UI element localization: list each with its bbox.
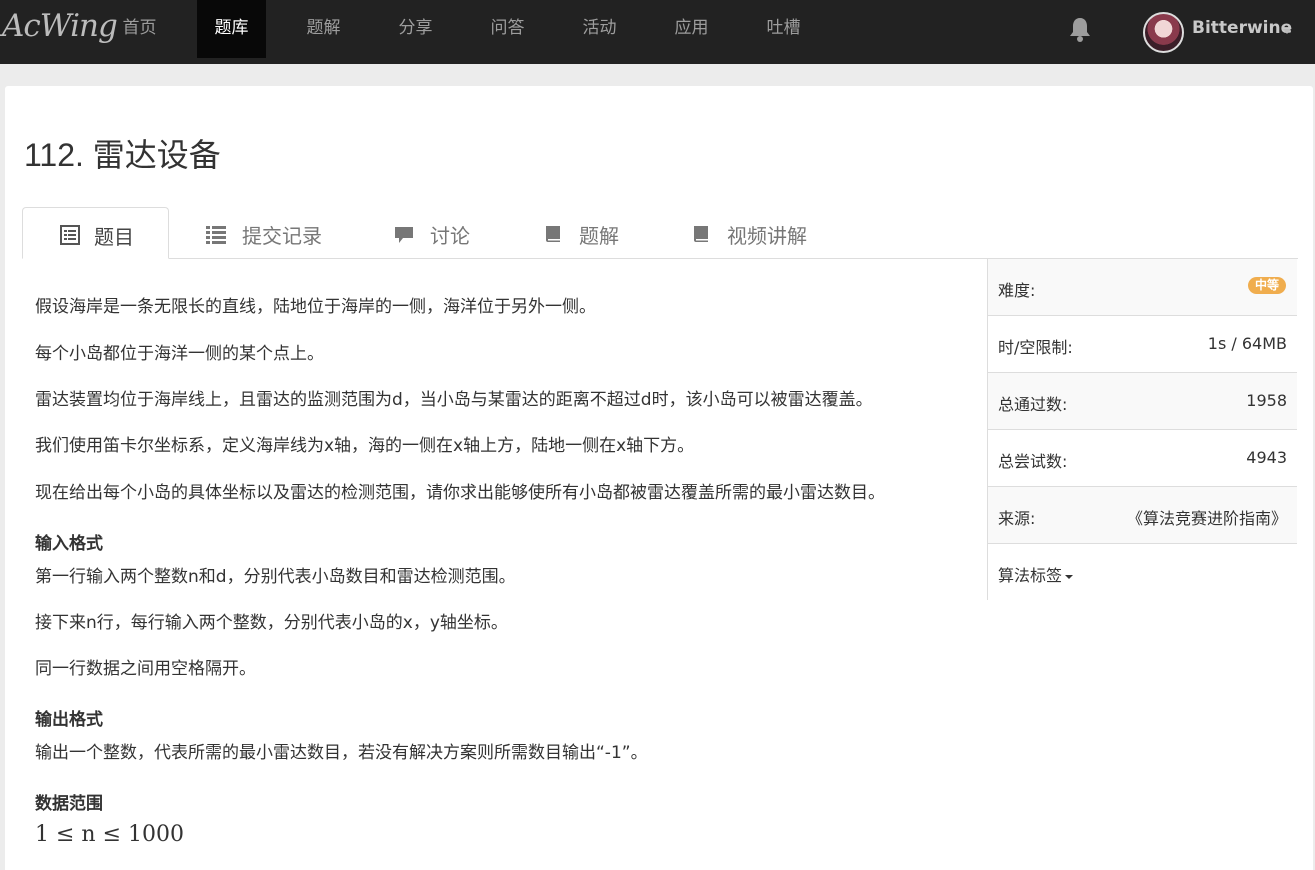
limit-label: 时/空限制: [998, 338, 1073, 357]
limit-row: 时/空限制: 1s / 64MB [988, 316, 1297, 373]
output-format-line: 输出一个整数，代表所需的最小雷达数目，若没有解决方案则所需数目输出“-1”。 [35, 743, 648, 763]
tab-label: 视频讲解 [727, 224, 807, 248]
nav-item-activity[interactable]: 活动 [565, 0, 634, 58]
problem-info-panel: 难度: 中等 时/空限制: 1s / 64MB 总通过数: 1958 总尝试数:… [987, 259, 1297, 601]
source-label: 来源: [998, 509, 1036, 528]
description-paragraph: 雷达装置均位于海岸线上，且雷达的监测范围为d，当小岛与某雷达的距离不超过d时，该… [35, 390, 873, 410]
description-paragraph: 现在给出每个小岛的具体坐标以及雷达的检测范围，请你求出能够使所有小岛都被雷达覆盖… [35, 483, 885, 503]
caret-down-icon [1065, 574, 1074, 579]
output-format-heading: 输出格式 [35, 710, 103, 730]
tried-label: 总尝试数: [998, 452, 1068, 471]
comment-icon [395, 227, 413, 243]
source-row: 来源: 《算法竞赛进阶指南》 [988, 487, 1297, 544]
input-format-line: 同一行数据之间用空格隔开。 [35, 659, 256, 679]
passed-label: 总通过数: [998, 395, 1068, 414]
top-navbar: AcWing 首页 题库 题解 分享 问答 活动 应用 吐槽 Bitterwin… [0, 0, 1315, 64]
description-paragraph: 我们使用笛卡尔坐标系，定义海岸线为x轴，海的一侧在x轴上方，陆地一侧在x轴下方。 [35, 436, 695, 456]
input-format-heading: 输入格式 [35, 534, 103, 554]
data-range-math: 1 ≤ n ≤ 1000 [35, 822, 184, 847]
tried-value: 4943 [1246, 448, 1287, 467]
tab-label: 题解 [579, 224, 619, 248]
tab-video[interactable]: 视频讲解 [691, 207, 811, 259]
tried-row: 总尝试数: 4943 [988, 430, 1297, 487]
list-alt-icon [60, 225, 80, 245]
nav-item-home[interactable]: 首页 [105, 0, 174, 58]
source-value[interactable]: 《算法竞赛进阶指南》 [1127, 505, 1287, 529]
input-format-line: 第一行输入两个整数n和d，分别代表小岛数目和雷达检测范围。 [35, 567, 516, 587]
difficulty-label: 难度: [998, 281, 1036, 300]
description-paragraph: 每个小岛都位于海洋一侧的某个点上。 [35, 344, 324, 364]
page-title: 112. 雷达设备 [24, 137, 221, 173]
nav-item-solutions[interactable]: 题解 [289, 0, 358, 58]
nav-item-apps[interactable]: 应用 [657, 0, 726, 58]
description-paragraph: 假设海岸是一条无限长的直线，陆地位于海岸的一侧，海洋位于另外一侧。 [35, 297, 596, 317]
bell-icon[interactable] [1069, 16, 1091, 42]
difficulty-row: 难度: 中等 [988, 259, 1297, 316]
tab-label: 讨论 [430, 224, 470, 248]
passed-row: 总通过数: 1958 [988, 373, 1297, 430]
book-icon [546, 226, 560, 242]
tab-discussion[interactable]: 讨论 [394, 207, 484, 259]
tab-submissions[interactable]: 提交记录 [206, 207, 336, 259]
tab-problem[interactable]: 题目 [22, 207, 169, 259]
passed-value: 1958 [1246, 391, 1287, 410]
nav-item-qa[interactable]: 问答 [473, 0, 542, 58]
list-icon [206, 226, 226, 244]
limit-value: 1s / 64MB [1207, 334, 1287, 353]
chevron-down-icon[interactable] [1283, 29, 1291, 34]
tab-solutions[interactable]: 题解 [543, 207, 633, 259]
tab-label: 提交记录 [242, 224, 322, 248]
book-icon [694, 226, 708, 242]
avatar[interactable] [1143, 12, 1184, 53]
algorithm-tags-toggle[interactable]: 算法标签 [998, 562, 1074, 586]
input-format-line: 接下来n行，每行输入两个整数，分别代表小岛的x，y轴坐标。 [35, 613, 508, 633]
difficulty-badge: 中等 [1247, 277, 1286, 294]
algorithm-tags-label: 算法标签 [998, 566, 1063, 585]
acwing-logo[interactable]: AcWing [2, 8, 118, 44]
username[interactable]: Bitterwine [1192, 18, 1292, 38]
nav-item-feedback[interactable]: 吐槽 [749, 0, 818, 58]
nav-item-share[interactable]: 分享 [381, 0, 450, 58]
nav-item-problems[interactable]: 题库 [197, 0, 266, 58]
tags-row[interactable]: 算法标签 [988, 544, 1297, 601]
data-range-heading: 数据范围 [35, 794, 103, 814]
tab-label: 题目 [94, 225, 134, 249]
